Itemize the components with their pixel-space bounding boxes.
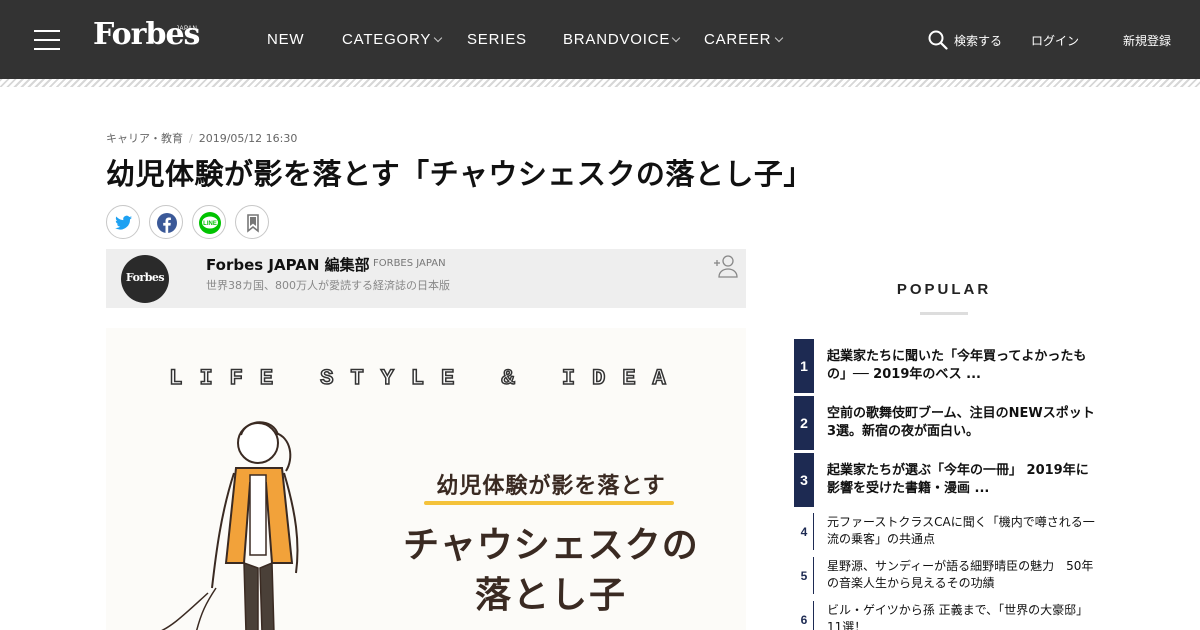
logo-sub: JAPAN bbox=[176, 26, 198, 32]
twitter-icon bbox=[115, 215, 132, 230]
category-link[interactable]: キャリア・教育 bbox=[106, 132, 183, 145]
hero-image: LIFE STYLE & IDEA 幼児体験が影を落とす チャウシェスクの 落と… bbox=[106, 328, 746, 630]
popular-item-5[interactable]: 星野源、サンディーが語る細野晴臣の魅力 50年の音楽人生から見えるその功績 bbox=[827, 558, 1097, 592]
chevron-down-icon bbox=[671, 33, 681, 43]
rank-badge: 3 bbox=[794, 453, 814, 507]
line-icon: LINE bbox=[199, 212, 221, 234]
nav-series[interactable]: SERIES bbox=[467, 31, 527, 48]
woman-with-dog-illustration bbox=[161, 421, 299, 630]
header-divider bbox=[0, 79, 1200, 87]
popular-item-1[interactable]: 起業家たちに聞いた「今年買ってよかったもの」── 2019年のベス ... bbox=[827, 348, 1097, 384]
author-avatar[interactable]: Forbes bbox=[121, 255, 169, 303]
hero-subtitle: 幼児体験が影を落とす bbox=[436, 474, 666, 499]
nav-category[interactable]: CATEGORY bbox=[342, 31, 431, 48]
publish-date: 2019/05/12 16:30 bbox=[198, 132, 298, 145]
rank-divider bbox=[813, 557, 814, 594]
hero-highlight-line bbox=[424, 501, 674, 505]
rank-divider bbox=[813, 513, 814, 550]
rank-number: 6 bbox=[800, 612, 808, 627]
article-title: 幼児体験が影を落とす「チャウシェスクの落とし子」 bbox=[106, 157, 813, 191]
twitter-share-button[interactable] bbox=[106, 205, 140, 239]
search-icon[interactable] bbox=[928, 30, 948, 50]
hero-main-title-line1: チャウシェスクの bbox=[403, 525, 699, 566]
login-link[interactable]: ログイン bbox=[1031, 32, 1079, 49]
chevron-down-icon bbox=[774, 33, 784, 43]
author-box: Forbes Forbes JAPAN 編集部 FORBES JAPAN 世界3… bbox=[106, 249, 746, 308]
popular-heading: POPULAR bbox=[896, 281, 992, 298]
hero-top-text: LIFE STYLE & IDEA bbox=[169, 365, 683, 392]
hero-main-title-line2: 落とし子 bbox=[474, 575, 627, 616]
signup-link[interactable]: 新規登録 bbox=[1123, 32, 1171, 49]
popular-item-2[interactable]: 空前の歌舞伎町ブーム、注目のNEWスポット3選。新宿の夜が面白い。 bbox=[827, 405, 1097, 441]
nav-new[interactable]: NEW bbox=[267, 31, 304, 48]
chevron-down-icon bbox=[433, 33, 443, 43]
search-button[interactable]: 検索する bbox=[954, 32, 1002, 49]
nav-brandvoice[interactable]: BRANDVOICE bbox=[563, 31, 670, 48]
site-logo[interactable]: Forbes bbox=[93, 20, 200, 50]
line-share-button[interactable]: LINE bbox=[192, 205, 226, 239]
article-meta: キャリア・教育/2019/05/12 16:30 bbox=[106, 132, 298, 145]
bookmark-button[interactable] bbox=[235, 205, 269, 239]
author-description: 世界38カ国、800万人が愛読する経済誌の日本版 bbox=[206, 279, 450, 292]
rank-number: 4 bbox=[800, 524, 808, 539]
author-org: FORBES JAPAN bbox=[373, 258, 446, 269]
facebook-icon bbox=[157, 213, 177, 233]
nav-career[interactable]: CAREER bbox=[704, 31, 771, 48]
bookmark-icon bbox=[247, 214, 259, 233]
popular-item-3[interactable]: 起業家たちが選ぶ「今年の一冊」 2019年に影響を受けた書籍・漫画 ... bbox=[827, 462, 1097, 498]
rank-badge: 1 bbox=[794, 339, 814, 393]
facebook-share-button[interactable] bbox=[149, 205, 183, 239]
svg-text:LINE: LINE bbox=[203, 221, 217, 227]
rank-number: 5 bbox=[800, 568, 808, 583]
popular-item-6[interactable]: ビル・ゲイツから孫 正義まで、「世界の大豪邸」11選！ bbox=[827, 602, 1097, 630]
popular-underline bbox=[920, 312, 968, 315]
site-header: Forbes JAPAN NEW CATEGORY SERIES BRANDVO… bbox=[0, 0, 1200, 79]
rank-badge: 2 bbox=[794, 396, 814, 450]
menu-icon[interactable] bbox=[34, 30, 60, 50]
author-name[interactable]: Forbes JAPAN 編集部 bbox=[206, 254, 370, 275]
rank-divider bbox=[813, 601, 814, 630]
popular-item-4[interactable]: 元ファーストクラスCAに聞く「機内で噂される一流の乗客」の共通点 bbox=[827, 514, 1097, 548]
follow-user-icon[interactable] bbox=[713, 254, 739, 278]
